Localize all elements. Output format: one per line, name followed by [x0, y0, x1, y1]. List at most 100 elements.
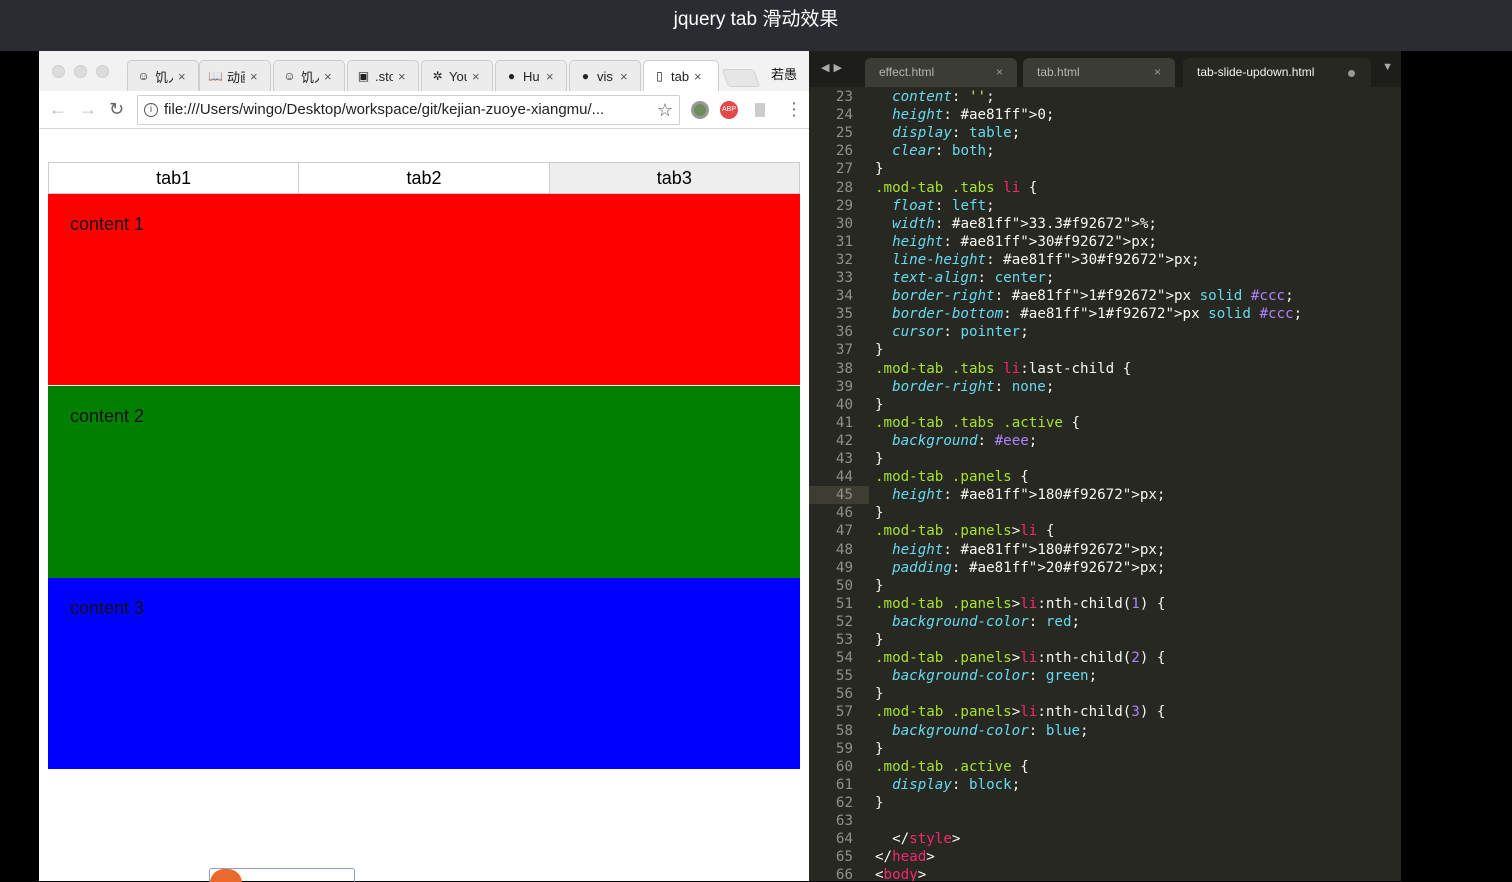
code-line: .mod-tab .tabs li:last-child { [875, 360, 1132, 377]
close-icon[interactable]: × [472, 69, 480, 84]
tab-1[interactable]: tab1 [49, 163, 300, 193]
browser-tab[interactable]: ✲ You × [421, 60, 493, 91]
address-bar[interactable]: i file:///Users/wingo/Desktop/workspace/… [137, 95, 680, 125]
book-icon: 📖 [208, 68, 223, 83]
browser-tab[interactable]: ● Hu × [495, 60, 567, 91]
adblock-plus-icon[interactable]: ABP [720, 101, 738, 119]
code-line: } [875, 686, 884, 703]
line-number: 45 [835, 487, 853, 504]
code-line: width: #ae81ff">33.3#f92672">%; [892, 215, 1157, 232]
close-icon[interactable]: × [620, 69, 628, 84]
url-text: file:///Users/wingo/Desktop/workspace/gi… [164, 101, 605, 118]
code-line: </style> [875, 831, 961, 848]
extension-icon[interactable] [691, 101, 709, 119]
code-editor: ◀▶ effect.html × tab.html × tab-slide-updo… [809, 51, 1401, 881]
maximize-window-button[interactable] [96, 65, 109, 78]
browser-tab[interactable]: ▯ tab × [643, 60, 719, 91]
line-number: 42 [835, 432, 853, 449]
close-window-button[interactable] [52, 65, 65, 78]
code-line: height: #ae81ff">0; [892, 107, 1055, 124]
code-line: .mod-tab .tabs .active { [875, 414, 1081, 431]
modified-dot-icon [1348, 70, 1355, 77]
line-number: 54 [835, 650, 853, 667]
stack-icon: ▣ [357, 68, 370, 83]
line-number: 55 [835, 668, 853, 685]
line-number: 35 [835, 306, 853, 323]
code-line: .mod-tab .panels>li { [875, 523, 1055, 540]
editor-tab-tab-slide-updown[interactable]: tab-slide-updown.html [1183, 58, 1371, 87]
close-icon[interactable]: × [996, 58, 1003, 87]
code-line: display: table; [892, 125, 1021, 142]
browser-toolbar: ← → ↻ i file:///Users/wingo/Desktop/work… [39, 91, 809, 129]
new-tab-button[interactable] [721, 69, 761, 87]
browser-tab[interactable]: ☺ 饥人 × [127, 60, 199, 91]
browser-tab[interactable]: ▣ .sto × [347, 60, 419, 91]
browser-tab[interactable]: ● vis × [569, 60, 641, 91]
line-number: 52 [835, 613, 853, 630]
line-number: 65 [835, 849, 853, 866]
panel-1-label: content 1 [70, 214, 145, 234]
code-line: .mod-tab .active { [875, 758, 1029, 775]
editor-tab-tab[interactable]: tab.html × [1023, 58, 1175, 87]
code-line: content: ''; [892, 89, 995, 105]
close-icon[interactable]: × [178, 69, 186, 84]
info-icon[interactable]: i [144, 103, 158, 117]
left-margin [0, 51, 39, 881]
close-icon[interactable]: × [1154, 58, 1161, 87]
code-line: height: #ae81ff">180#f92672">px; [892, 541, 1166, 558]
code-line: } [875, 632, 884, 648]
line-number: 49 [835, 559, 853, 576]
close-icon[interactable]: × [324, 69, 332, 84]
back-button[interactable]: ← [49, 99, 67, 120]
minimize-window-button[interactable] [74, 65, 87, 78]
code-line: display: block; [892, 776, 1021, 793]
tab-2[interactable]: tab2 [299, 163, 550, 193]
page-icon: ▯ [656, 68, 663, 83]
close-icon[interactable]: × [546, 69, 554, 84]
github-icon: ● [581, 68, 590, 83]
line-number: 51 [835, 595, 853, 612]
line-number: 36 [835, 324, 853, 341]
line-number: 53 [835, 632, 853, 648]
close-icon[interactable]: × [398, 69, 406, 84]
line-number: 60 [835, 758, 853, 775]
line-number: 34 [835, 288, 853, 305]
code-line: cursor: pointer; [892, 324, 1029, 341]
forward-button[interactable]: → [79, 99, 97, 120]
close-icon[interactable]: × [694, 69, 702, 84]
panel-1: content 1 [48, 194, 800, 385]
close-icon[interactable]: × [250, 69, 258, 84]
chevron-down-icon[interactable]: ▼ [1382, 61, 1393, 73]
bookmark-star-icon[interactable]: ☆ [657, 96, 673, 124]
browser-tab-label: You [449, 68, 467, 84]
code-line: } [875, 577, 884, 594]
panel-3-label: content 3 [70, 598, 145, 618]
extension-icon[interactable] [755, 103, 765, 117]
code-line: } [875, 161, 884, 178]
browser-tab-label: Hu [523, 68, 540, 84]
reload-button[interactable]: ↻ [109, 99, 124, 120]
menu-icon[interactable]: ⋮ [785, 99, 803, 120]
code-line: .mod-tab .panels>li:nth-child(3) { [875, 704, 1166, 721]
editor-tab-effect[interactable]: effect.html × [865, 58, 1017, 87]
browser-tab[interactable]: 📖 动画 × [199, 60, 271, 91]
code-line: background-color: red; [892, 613, 1081, 630]
code-line: } [875, 505, 884, 522]
panel-2: content 2 [48, 386, 800, 578]
profile-name[interactable]: 若愚 [771, 64, 797, 83]
line-number: 41 [835, 414, 853, 431]
code-line: .mod-tab .tabs li { [875, 179, 1038, 196]
right-margin [1401, 51, 1512, 881]
line-number: 26 [835, 143, 853, 160]
site-logo [209, 868, 355, 882]
line-number: 23 [835, 89, 853, 105]
code-area[interactable]: 23 content: ''; 24 height: #ae81ff">0; 25 … [809, 87, 1401, 881]
browser-tab[interactable]: ☺ 饥人 × [273, 60, 345, 91]
line-number: 57 [835, 704, 853, 721]
tab-3[interactable]: tab3 [549, 163, 799, 193]
code-line: clear: both; [892, 143, 995, 160]
tab-scroll-arrows-icon[interactable]: ◀▶ [821, 61, 846, 74]
tab-bar: tab1 tab2 tab3 [48, 162, 800, 194]
line-number: 25 [835, 125, 853, 142]
page-content: tab1 tab2 tab3 content 1 content 2 conte… [39, 130, 809, 882]
